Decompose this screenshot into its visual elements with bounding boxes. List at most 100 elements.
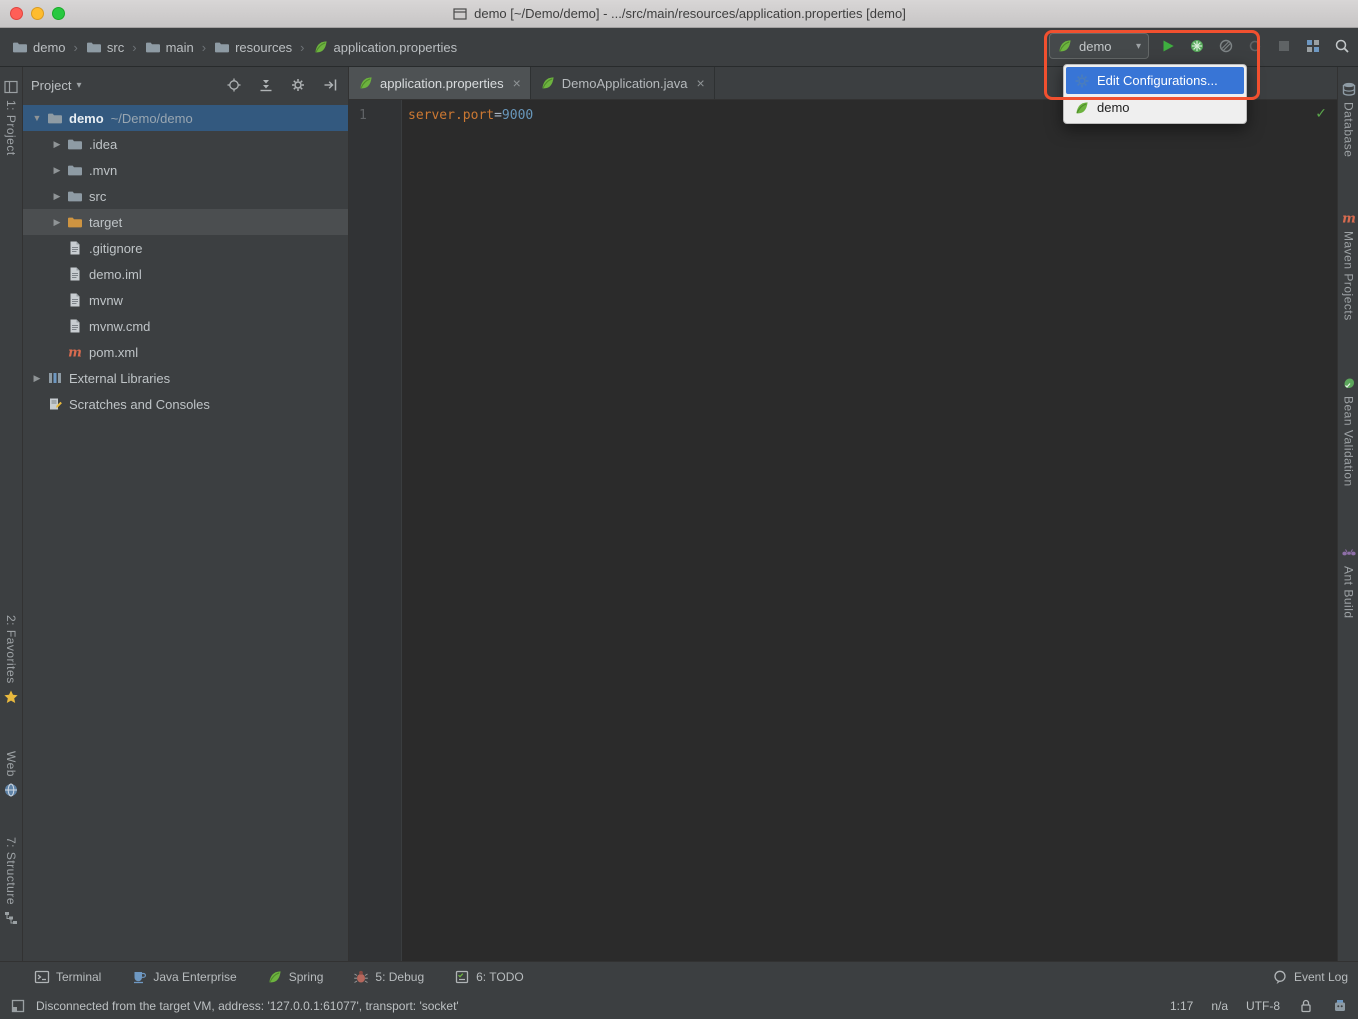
folder-icon [67, 188, 83, 204]
close-icon[interactable]: × [513, 76, 521, 90]
tool-button-1-project[interactable]: 1: Project [0, 79, 22, 156]
stop-button[interactable] [1274, 36, 1294, 56]
editor: 1 server.port=9000 ✓ [349, 100, 1338, 962]
tool-button-5-debug[interactable]: 5: Debug [353, 969, 424, 985]
locate-file-button[interactable] [224, 75, 244, 95]
breadcrumb-label: demo [33, 39, 66, 55]
rerun-button[interactable] [1245, 36, 1265, 56]
tool-button-bean-validation[interactable]: Bean Validation [1339, 375, 1358, 487]
close-icon[interactable]: × [697, 76, 705, 90]
tree-item-mvnw-cmd[interactable]: mvnw.cmd [23, 313, 348, 339]
search-everywhere-button[interactable] [1332, 36, 1352, 56]
play-icon [1160, 38, 1176, 54]
tool-button-java-enterprise[interactable]: Java Enterprise [131, 969, 237, 985]
run-button[interactable] [1158, 36, 1178, 56]
tool-button-web[interactable]: Web [0, 751, 22, 798]
tree-item-demo-iml[interactable]: demo.iml [23, 261, 348, 287]
editor-gutter: 1 [349, 100, 402, 962]
leaf-icon [358, 75, 374, 91]
tool-button-label: 5: Debug [375, 970, 425, 984]
folder-icon [67, 136, 83, 152]
breadcrumb-separator-icon: › [73, 39, 78, 55]
line-separator[interactable]: n/a [1211, 999, 1228, 1013]
globe-icon [3, 782, 19, 798]
tool-button-ant-build[interactable]: Ant Build [1339, 545, 1358, 619]
tool-button-spring[interactable]: Spring [267, 969, 323, 985]
bug-icon [353, 969, 369, 985]
lock-icon[interactable] [1298, 998, 1314, 1014]
run-with-coverage-button[interactable] [1187, 36, 1207, 56]
tool-button-2-favorites[interactable]: 2: Favorites [0, 615, 22, 705]
breadcrumb-item-resources[interactable]: resources [212, 37, 294, 57]
tree-item-scratches-and-consoles[interactable]: Scratches and Consoles [23, 391, 348, 417]
tree-item-label: target [89, 214, 123, 230]
tree-item-mvnw[interactable]: mvnw [23, 287, 348, 313]
tree-item-mvn[interactable]: ▶ .mvn [23, 157, 348, 183]
tree-expand-arrow-icon[interactable]: ▶ [27, 373, 47, 384]
tree-expand-arrow-icon[interactable]: ▶ [47, 165, 67, 176]
toolwindow-switcher-icon[interactable] [10, 998, 26, 1014]
tree-expand-arrow-icon[interactable]: ▼ [27, 113, 47, 123]
tree-item-external-libraries[interactable]: ▶ External Libraries [23, 365, 348, 391]
svg-text:m: m [1342, 212, 1356, 227]
tree-item-label: demo [69, 110, 104, 126]
tool-window-bar: Terminal Java Enterprise Spring 5: Debug 6: … [0, 961, 1358, 992]
status-bar: Disconnected from the target VM, address… [0, 991, 1358, 1019]
coverage-icon [1189, 38, 1205, 54]
libraries-icon [47, 370, 63, 386]
caret-position[interactable]: 1:17 [1170, 999, 1193, 1013]
minimize-button[interactable] [31, 7, 44, 20]
tool-button-7-structure[interactable]: 7: Structure [0, 837, 22, 926]
settings-button[interactable] [288, 75, 308, 95]
hide-panel-button[interactable] [320, 75, 340, 95]
tree-item-demo[interactable]: ▼ demo ~/Demo/demo [23, 105, 348, 131]
breadcrumb-item-main[interactable]: main [143, 37, 196, 57]
editor-tab-demoapplication-java[interactable]: DemoApplication.java × [531, 67, 715, 99]
left-tool-strip: 1: Project 2: Favorites Web 7: Structure [0, 67, 23, 962]
tree-item-label: Scratches and Consoles [69, 396, 210, 412]
chevron-down-icon: ▾ [1135, 40, 1141, 52]
tool-button-maven-projects[interactable]: m Maven Projects [1339, 210, 1358, 321]
code-area[interactable]: server.port=9000 [402, 100, 1338, 962]
tree-item-src[interactable]: ▶ src [23, 183, 348, 209]
tree-item-pom-xml[interactable]: m pom.xml [23, 339, 348, 365]
stop-icon [1276, 38, 1292, 54]
tree-item-label: .gitignore [89, 240, 143, 256]
window-title: demo [~/Demo/demo] - .../src/main/resour… [474, 6, 906, 21]
inspection-ok-icon[interactable]: ✓ [1315, 105, 1327, 122]
tree-item-gitignore[interactable]: .gitignore [23, 235, 348, 261]
panel-splitter[interactable] [348, 67, 349, 962]
close-button[interactable] [10, 7, 23, 20]
tree-expand-arrow-icon[interactable]: ▶ [47, 139, 67, 150]
collapse-all-button[interactable] [256, 75, 276, 95]
tool-button-6-todo[interactable]: 6: TODO [454, 969, 524, 985]
profiler-button[interactable] [1216, 36, 1236, 56]
editor-tab-application-properties[interactable]: application.properties × [349, 67, 531, 99]
breadcrumb-separator-icon: › [201, 39, 207, 55]
tree-item-idea[interactable]: ▶ .idea [23, 131, 348, 157]
menu-item-edit-configurations[interactable]: Edit Configurations... [1066, 67, 1244, 94]
folder-icon [67, 162, 83, 178]
structure-tool-icon [3, 910, 19, 926]
menu-item-demo[interactable]: demo [1066, 94, 1244, 121]
tree-expand-arrow-icon[interactable]: ▶ [47, 191, 67, 202]
run-config-combo[interactable]: demo ▾ [1049, 33, 1149, 59]
title-bar: demo [~/Demo/demo] - .../src/main/resour… [0, 0, 1358, 28]
breadcrumb-item-demo[interactable]: demo [10, 37, 68, 57]
tool-button-database[interactable]: Database [1339, 81, 1358, 157]
zoom-button[interactable] [52, 7, 65, 20]
event-log-button[interactable]: Event Log [1272, 969, 1348, 985]
property-delimiter: = [494, 108, 502, 123]
tree-item-target[interactable]: ▶ target [23, 209, 348, 235]
breadcrumb-item-application-properties[interactable]: application.properties [311, 37, 460, 57]
hector-icon[interactable] [1332, 998, 1348, 1014]
file-encoding[interactable]: UTF-8 [1246, 999, 1280, 1013]
project-view-selector[interactable]: Project ▾ [31, 78, 82, 93]
project-structure-button[interactable] [1303, 36, 1323, 56]
tool-button-terminal[interactable]: Terminal [34, 969, 101, 985]
file-icon [67, 318, 83, 334]
leaf-icon [1074, 100, 1090, 116]
tree-expand-arrow-icon[interactable]: ▶ [47, 217, 67, 228]
breadcrumb-item-src[interactable]: src [84, 37, 126, 57]
event-log-icon [1272, 969, 1288, 985]
